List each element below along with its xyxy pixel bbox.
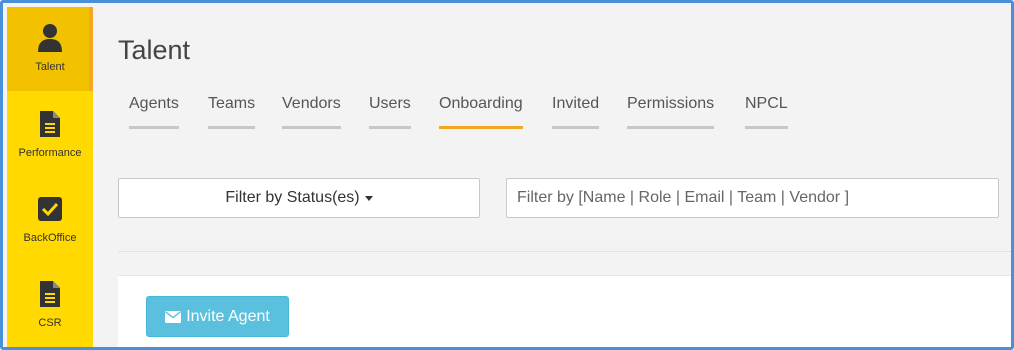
sidebar-item-label: CSR [38, 317, 62, 329]
sidebar: Talent Performance BackOffice CSR [7, 7, 93, 347]
filter-status-label: Filter by Status(es) [225, 189, 360, 206]
tab-label: Invited [552, 95, 600, 112]
tab-label: Users [369, 95, 411, 112]
tab-underline [208, 126, 256, 129]
tab-onboarding[interactable]: Onboarding [439, 95, 523, 131]
tab-teams[interactable]: Teams [208, 95, 256, 131]
tab-underline [552, 126, 600, 129]
filter-status-dropdown[interactable]: Filter by Status(es) [118, 178, 480, 218]
tab-users[interactable]: Users [369, 95, 411, 131]
page-title: Talent [118, 35, 191, 65]
invite-agent-button[interactable]: Invite Agent [146, 296, 289, 337]
tab-npcl[interactable]: NPCL [745, 95, 788, 131]
checkbox-icon [38, 192, 62, 226]
document-icon [40, 107, 60, 141]
tab-underline [369, 126, 411, 129]
sidebar-item-performance[interactable]: Performance [7, 93, 93, 177]
tab-label: Onboarding [439, 95, 523, 112]
filter-search-input[interactable] [506, 178, 999, 218]
tab-underline [129, 126, 179, 129]
document-icon [40, 277, 60, 311]
sidebar-item-label: Performance [18, 147, 82, 159]
sidebar-item-talent[interactable]: Talent [7, 7, 93, 91]
tab-label: Teams [208, 95, 256, 112]
tab-label: Vendors [282, 95, 341, 112]
tab-agents[interactable]: Agents [129, 95, 179, 131]
caret-down-icon [364, 195, 373, 201]
sidebar-item-csr[interactable]: CSR [7, 263, 93, 347]
content-panel: Invite Agent [118, 275, 1011, 347]
person-icon [37, 21, 63, 55]
tab-underline [439, 126, 523, 129]
divider [118, 251, 1011, 252]
tab-label: Permissions [627, 95, 715, 112]
tab-underline [627, 126, 715, 129]
app-frame: Talent Performance BackOffice CSR Talent… [0, 0, 1014, 350]
envelope-icon [165, 310, 182, 323]
tab-label: Agents [129, 95, 179, 112]
sidebar-item-label: Talent [35, 61, 65, 73]
sidebar-item-backoffice[interactable]: BackOffice [7, 178, 93, 262]
invite-agent-label: Invite Agent [186, 307, 270, 325]
tab-vendors[interactable]: Vendors [282, 95, 341, 131]
sidebar-item-label: BackOffice [23, 232, 77, 244]
main-content: Talent Agents Teams Vendors Users Onboar… [93, 7, 1011, 347]
tab-underline [282, 126, 341, 129]
tab-invited[interactable]: Invited [552, 95, 600, 131]
tab-permissions[interactable]: Permissions [627, 95, 715, 131]
tab-underline [745, 126, 788, 129]
tab-label: NPCL [745, 95, 788, 112]
